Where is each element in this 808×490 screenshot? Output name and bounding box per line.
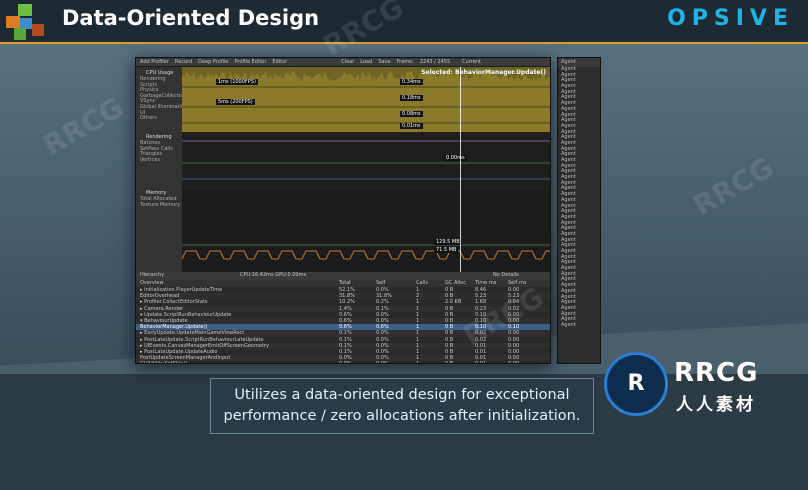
cubes-logo-icon bbox=[6, 4, 44, 40]
frame-counter: 2243 / 2455 bbox=[419, 59, 451, 65]
memory-graph-plot bbox=[181, 244, 550, 260]
row-name: GUIUtility.SetSkin() bbox=[140, 361, 187, 363]
header-bar: Data-Oriented Design OPSIVE bbox=[0, 0, 808, 44]
hierarchy-view-dropdown[interactable]: Hierarchy bbox=[140, 272, 164, 278]
memory-chip-2: 71.5 MB bbox=[434, 247, 459, 253]
caption-line-1: Utilizes a data-oriented design for exce… bbox=[234, 387, 570, 403]
row-cell: 0.0% bbox=[339, 361, 352, 363]
memory-item[interactable]: Texture Memory bbox=[136, 202, 182, 209]
deep-profile-toggle[interactable]: Deep Profile bbox=[198, 59, 228, 65]
agent-list-item[interactable]: Agent bbox=[558, 322, 600, 329]
value-chip-4: 0.01ms bbox=[400, 123, 423, 129]
value-chip-3: 0.08ms bbox=[400, 111, 423, 117]
cpu-item[interactable]: Others bbox=[136, 116, 182, 122]
caption-line-2: performance / zero allocations after ini… bbox=[223, 408, 581, 424]
hierarchy-column-headers: Overview Total Self Calls GC Alloc Time … bbox=[136, 280, 550, 287]
clear-button[interactable]: Clear bbox=[341, 59, 354, 65]
memory-chip-1: 129.5 MB bbox=[434, 239, 462, 245]
selected-sample-label: Selected: BehaviorManager.Update() bbox=[421, 69, 546, 76]
rrcg-emblem-icon: R bbox=[604, 352, 668, 416]
row-cell: 0.0% bbox=[376, 361, 389, 363]
editor-dropdown[interactable]: Editor bbox=[272, 59, 287, 65]
profiler-toolbar: Add Profiler Record Deep Profile Profile… bbox=[136, 58, 550, 67]
memory-gc-line bbox=[181, 250, 550, 260]
fps-5ms-label: 5ms (200FPS) bbox=[216, 99, 255, 105]
value-chip-5: 0.00ms bbox=[444, 155, 467, 161]
profile-editor-toggle[interactable]: Profile Editor bbox=[234, 59, 266, 65]
hierarchy-rows: ▸ Initialization.PlayerUpdateTime 52.1% 0.… bbox=[136, 287, 550, 363]
col-time-ms[interactable]: Time ms bbox=[475, 280, 496, 286]
frame-label: Frame: bbox=[396, 59, 414, 65]
col-self[interactable]: Self bbox=[376, 280, 385, 286]
cpu-gpu-time-label: CPU:16.42ms GPU:0.00ms bbox=[240, 272, 307, 278]
load-button[interactable]: Load bbox=[360, 59, 372, 65]
details-dropdown[interactable]: No Details bbox=[493, 272, 519, 278]
slide-title: Data-Oriented Design bbox=[62, 6, 320, 30]
memory-graph[interactable]: 129.5 MB 71.5 MB bbox=[181, 189, 550, 272]
frame-cursor[interactable] bbox=[460, 67, 461, 272]
row-cell: 0 B bbox=[445, 361, 453, 363]
save-button[interactable]: Save bbox=[378, 59, 390, 65]
feature-caption: Utilizes a data-oriented design for exce… bbox=[210, 378, 594, 434]
rendering-item[interactable]: Vertices bbox=[136, 157, 182, 164]
unity-profiler-window: Add Profiler Record Deep Profile Profile… bbox=[135, 57, 551, 364]
rrcg-logo-text: RRCG bbox=[674, 358, 759, 388]
memory-module[interactable]: Memory Total Allocated Texture Memory bbox=[136, 189, 182, 208]
opsive-logo: OPSIVE bbox=[667, 6, 794, 31]
rrcg-watermark-logo: R RRCG 人人素材 bbox=[604, 352, 796, 436]
hierarchy-panel: Hierarchy CPU:16.42ms GPU:0.00ms No Deta… bbox=[136, 272, 550, 363]
col-calls[interactable]: Calls bbox=[416, 280, 428, 286]
profiler-graphs[interactable]: Selected: BehaviorManager.Update() 1ms (… bbox=[181, 67, 550, 272]
col-total[interactable]: Total bbox=[339, 280, 351, 286]
value-chip-1: 0.34ms bbox=[400, 79, 423, 85]
col-gc-alloc[interactable]: GC Alloc bbox=[445, 280, 466, 286]
profiler-modules: CPU Usage Rendering Scripts Physics Garbage… bbox=[136, 67, 187, 272]
rendering-graph[interactable]: 0.00ms bbox=[182, 133, 550, 187]
record-toggle[interactable]: Record bbox=[175, 59, 192, 65]
row-cell: 0.00 bbox=[508, 361, 519, 363]
table-row[interactable]: GUIUtility.SetSkin() 0.0% 0.0% 1 0 B 0.01 0.00 bbox=[136, 361, 550, 363]
value-chip-2: 0.18ms bbox=[400, 95, 423, 101]
cpu-usage-module[interactable]: CPU Usage Rendering Scripts Physics Garbage… bbox=[136, 69, 187, 122]
cpu-usage-graph[interactable]: Selected: BehaviorManager.Update() 1ms (… bbox=[182, 67, 550, 132]
col-self-ms[interactable]: Self ms bbox=[508, 280, 526, 286]
row-cell: 0.01 bbox=[475, 361, 486, 363]
fps-1ms-label: 1ms (1000FPS) bbox=[216, 79, 258, 85]
rrcg-logo-subtitle: 人人素材 bbox=[676, 395, 756, 415]
col-overview[interactable]: Overview bbox=[140, 280, 164, 286]
current-frame-button[interactable]: Current bbox=[462, 59, 481, 65]
add-profiler-button[interactable]: Add Profiler bbox=[140, 59, 169, 65]
rendering-module[interactable]: Rendering Batches SetPass Calls Triangles V… bbox=[136, 133, 182, 163]
row-cell: 1 bbox=[416, 361, 419, 363]
rendering-graph-plot bbox=[182, 140, 550, 180]
agent-list-panel: Agent Agent Agent Agent Agent Agent Agent Agen… bbox=[557, 57, 601, 364]
